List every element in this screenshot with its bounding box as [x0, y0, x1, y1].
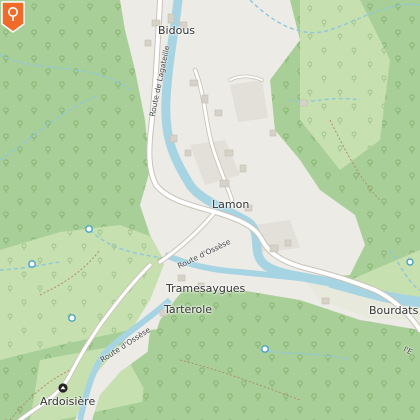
place-label-bourdats: Bourdats: [369, 304, 419, 317]
map-tiles: [0, 0, 420, 420]
location-pin-icon[interactable]: [0, 0, 26, 34]
place-label-tarterole: Tarterole: [164, 303, 213, 316]
place-label-bidous: Bidous: [158, 24, 196, 37]
place-label-tramesaygues: Tramesaygues: [166, 282, 246, 295]
place-label-ardoisiere: Ardoisière: [40, 395, 96, 408]
place-label-lamon: Lamon: [212, 198, 250, 211]
mine-icon[interactable]: [58, 383, 68, 393]
map-view[interactable]: Bidous Lamon Tramesaygues Tarterole Bour…: [0, 0, 420, 420]
